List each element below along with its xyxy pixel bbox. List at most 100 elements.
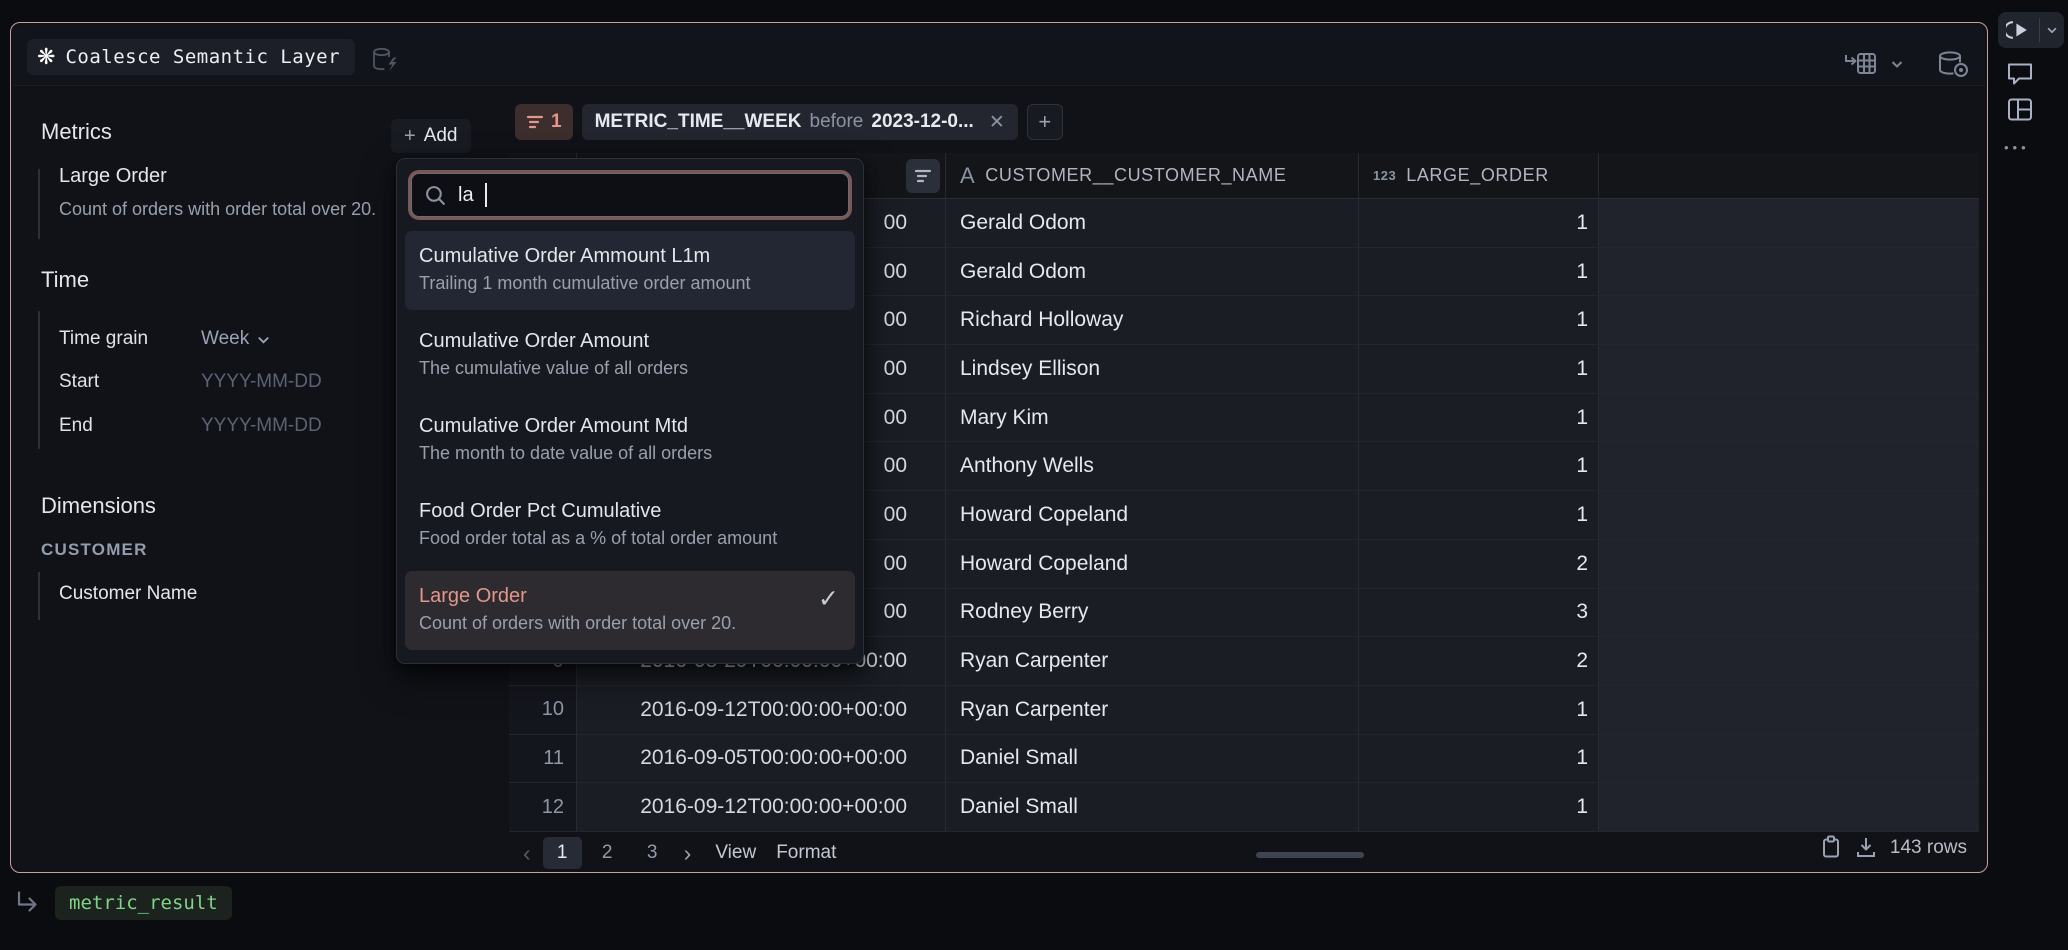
time-indent-line [38, 311, 40, 449]
snowflake-logo-icon: ❋ [37, 46, 55, 68]
dimension-item[interactable]: Customer Name [59, 583, 197, 605]
value-cell: 3 [1359, 589, 1599, 637]
chevron-down-icon[interactable] [1889, 56, 1905, 72]
search-query-text: la [458, 184, 474, 207]
search-icon [424, 184, 447, 207]
row-index-cell: 11 [509, 735, 577, 783]
add-metric-button[interactable]: + Add [391, 119, 471, 153]
customer-cell: Richard Holloway [946, 296, 1359, 344]
column-header-customer_name[interactable]: A CUSTOMER__CUSTOMER_NAME [946, 153, 1359, 198]
database-bolt-icon [369, 44, 401, 76]
horizontal-scrollbar-thumb[interactable] [1256, 852, 1364, 858]
page-number-2[interactable]: 2 [588, 837, 627, 869]
filter-operator: before [810, 111, 864, 133]
semantic-layer-badge-label: Coalesce Semantic Layer [65, 46, 340, 68]
run-icon [1998, 18, 2039, 42]
filler-cell [1599, 540, 1979, 588]
copy-table-icon[interactable] [1820, 835, 1842, 860]
customer-cell: Ryan Carpenter [946, 686, 1359, 734]
value-cell: 1 [1359, 394, 1599, 442]
run-cell-button[interactable] [1998, 12, 2064, 48]
remove-filter-icon[interactable]: ✕ [989, 111, 1005, 134]
time-heading: Time [41, 267, 89, 293]
metric-item-title[interactable]: Large Order [59, 165, 167, 188]
cell-result-row: metric_result [14, 886, 232, 920]
value-cell: 2 [1359, 637, 1599, 685]
page-number-3[interactable]: 3 [633, 837, 672, 869]
metric-option[interactable]: Cumulative Order Amount MtdThe month to … [405, 401, 855, 480]
row-count-label: 143 rows [1890, 837, 1967, 859]
metric-option[interactable]: Cumulative Order AmountThe cumulative va… [405, 316, 855, 395]
metric-option-title: Cumulative Order Amount Mtd [419, 412, 841, 440]
run-options-chevron-icon[interactable] [2040, 23, 2064, 37]
table-row: 112016-09-05T00:00:00+00:00Daniel Small1 [509, 735, 1979, 784]
value-cell: 1 [1359, 296, 1599, 344]
result-variable-pill[interactable]: metric_result [55, 886, 232, 920]
metric-option-title: Food Order Pct Cumulative [419, 497, 841, 525]
row-index-cell: 10 [509, 686, 577, 734]
page-numbers: 123 [543, 837, 672, 869]
end-date-input[interactable]: YYYY-MM-DD [201, 415, 322, 437]
format-button[interactable]: Format [776, 842, 836, 864]
date-cell: 2016-09-12T00:00:00+00:00 [577, 686, 946, 734]
customer-cell: Howard Copeland [946, 540, 1359, 588]
download-icon[interactable] [1855, 835, 1877, 860]
column-filter-button[interactable] [906, 159, 940, 193]
metric-cell-panel: ❋ Coalesce Semantic Layer [10, 22, 1988, 873]
row-index-cell: 12 [509, 783, 577, 831]
filler-cell [1599, 783, 1979, 831]
text-type-icon: A [960, 163, 975, 189]
text-cursor [485, 183, 487, 207]
end-label: End [59, 415, 93, 437]
next-page-icon[interactable]: › [680, 840, 696, 867]
comment-icon[interactable] [2006, 60, 2034, 87]
metric-option-title: Cumulative Order Amount [419, 327, 841, 355]
metric-option-subtitle: Food order total as a % of total order a… [419, 525, 841, 552]
start-date-input[interactable]: YYYY-MM-DD [201, 371, 322, 393]
metric-option-subtitle: The cumulative value of all orders [419, 355, 841, 382]
filter-value: 2023-12-0... [871, 111, 973, 133]
filter-chip[interactable]: METRIC_TIME__WEEK before 2023-12-0... ✕ [582, 104, 1018, 140]
database-preview-icon[interactable] [1935, 49, 1971, 79]
layout-table-icon[interactable] [2006, 96, 2034, 123]
metric-search-dropdown: la Cumulative Order Ammount L1mTrailing … [396, 158, 864, 664]
filler-cell [1599, 296, 1979, 344]
more-options-icon[interactable]: ••• [2004, 140, 2030, 155]
metric-search-input[interactable]: la [411, 173, 849, 217]
column-header-label: CUSTOMER__CUSTOMER_NAME [985, 165, 1286, 186]
view-button[interactable]: View [715, 842, 756, 864]
filter-bar: 1 METRIC_TIME__WEEK before 2023-12-0... … [515, 104, 1063, 140]
column-header-large_order[interactable]: 123LARGE_ORDER [1359, 153, 1599, 198]
value-cell: 2 [1359, 540, 1599, 588]
filter-count-badge[interactable]: 1 [515, 104, 573, 140]
filler-cell [1599, 345, 1979, 393]
filter-icon [526, 115, 544, 129]
customer-cell: Ryan Carpenter [946, 637, 1359, 685]
metric-option[interactable]: Large OrderCount of orders with order to… [405, 571, 855, 650]
plus-icon: + [404, 125, 416, 148]
customer-cell: Daniel Small [946, 783, 1359, 831]
date-cell: 2016-09-12T00:00:00+00:00 [577, 783, 946, 831]
semantic-layer-badge[interactable]: ❋ Coalesce Semantic Layer [27, 39, 355, 75]
metric-option[interactable]: Cumulative Order Ammount L1mTrailing 1 m… [405, 231, 855, 310]
return-arrow-icon [14, 889, 44, 918]
metric-option-subtitle: Trailing 1 month cumulative order amount [419, 270, 841, 297]
send-to-table-icon[interactable] [1844, 50, 1878, 78]
time-grain-label: Time grain [59, 328, 148, 350]
value-cell: 1 [1359, 442, 1599, 490]
row-count-area: 143 rows [1820, 835, 1967, 860]
prev-page-icon[interactable]: ‹ [519, 840, 535, 867]
filler-cell [1599, 199, 1979, 247]
filler-cell [1599, 248, 1979, 296]
time-grain-select[interactable]: Week [201, 328, 271, 350]
filler-cell [1599, 637, 1979, 685]
customer-cell: Daniel Small [946, 735, 1359, 783]
page-number-1[interactable]: 1 [543, 837, 582, 869]
add-filter-button[interactable]: + [1027, 104, 1063, 140]
customer-cell: Rodney Berry [946, 589, 1359, 637]
number-type-icon: 123 [1373, 168, 1396, 183]
metric-option[interactable]: Food Order Pct CumulativeFood order tota… [405, 486, 855, 565]
dimension-group-label: CUSTOMER [41, 540, 148, 560]
metric-option-title: Large Order [419, 582, 841, 610]
value-cell: 1 [1359, 491, 1599, 539]
